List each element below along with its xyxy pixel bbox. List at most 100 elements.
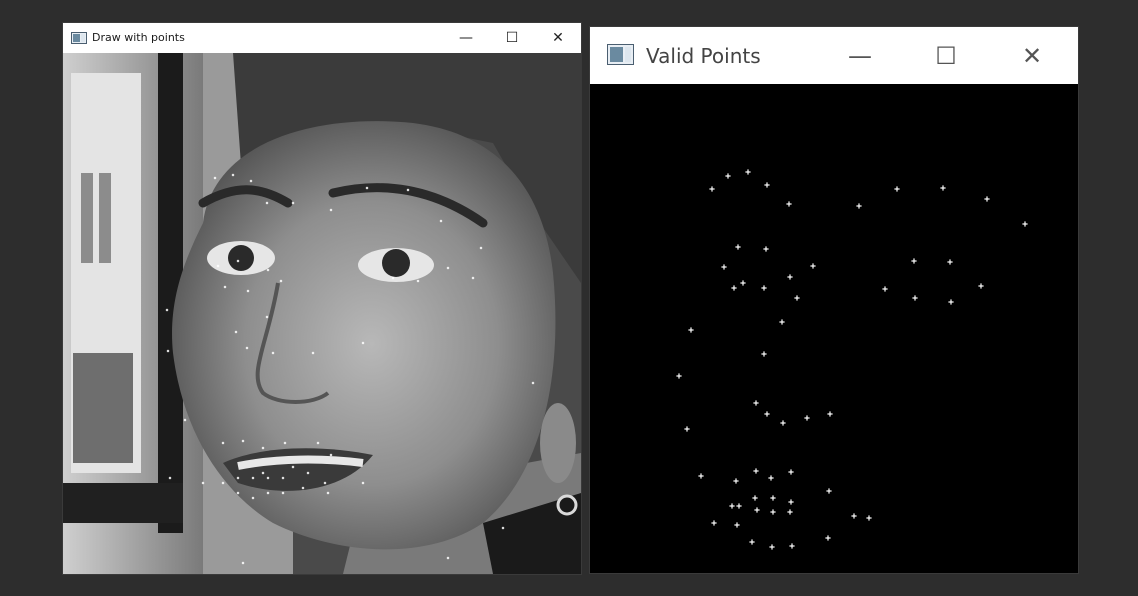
landmark-point (742, 280, 744, 286)
landmark-point (330, 453, 332, 457)
landmark-point (272, 351, 274, 355)
landmark-point (392, 276, 394, 280)
landmark-point (751, 539, 753, 545)
maximize-button[interactable]: ☐ (489, 23, 535, 53)
landmark-point (806, 415, 808, 421)
title-bar[interactable]: Draw with points — ☐ ✕ (63, 23, 581, 53)
landmark-point (781, 319, 783, 325)
landmark-point (282, 476, 284, 480)
landmark-point (407, 188, 409, 192)
landmark-point (235, 330, 237, 334)
minimize-icon: — (848, 41, 872, 70)
landmark-point (282, 491, 284, 495)
landmark-point (868, 515, 870, 521)
landmark-point (950, 299, 952, 305)
minimize-button[interactable]: — (443, 23, 489, 53)
landmark-point (858, 203, 860, 209)
landmark-point (417, 279, 419, 283)
landmark-point (772, 509, 774, 515)
landmark-point (796, 295, 798, 301)
landmark-point (502, 526, 504, 530)
valid-points-plot (676, 169, 1028, 550)
landmark-point (267, 491, 269, 495)
landmark-point (735, 478, 737, 484)
valid-points-window: Valid Points — ☐ ✕ (590, 27, 1078, 573)
minimize-button[interactable]: — (814, 27, 906, 84)
landmark-point (711, 186, 713, 192)
landmark-point (247, 289, 249, 293)
landmark-point (1024, 221, 1026, 227)
landmark-point (292, 201, 294, 205)
landmark-point (754, 495, 756, 501)
landmark-point (789, 274, 791, 280)
landmark-point (770, 475, 772, 481)
landmark-point (280, 279, 282, 283)
landmark-point (222, 441, 224, 445)
landmark-point (736, 522, 738, 528)
maximize-button[interactable]: ☐ (900, 27, 992, 84)
landmark-point (789, 509, 791, 515)
landmark-point (447, 556, 449, 560)
landmark-point (252, 476, 254, 480)
maximize-icon: ☐ (505, 30, 519, 46)
landmark-point (267, 476, 269, 480)
valid-points-canvas (590, 84, 1078, 573)
landmark-point (362, 481, 364, 485)
face-photo-with-landmarks (63, 53, 581, 574)
landmark-point (986, 196, 988, 202)
close-icon: ✕ (1021, 41, 1043, 70)
landmark-point (222, 481, 224, 485)
landmark-point (224, 285, 226, 289)
window-title: Draw with points (92, 31, 185, 44)
landmark-point (772, 495, 774, 501)
landmark-point (169, 476, 171, 480)
landmark-point (250, 179, 252, 183)
landmark-point (791, 543, 793, 549)
landmark-point (747, 169, 749, 175)
landmark-point (302, 486, 304, 490)
close-icon: ✕ (552, 30, 564, 46)
landmark-point (237, 476, 239, 480)
landmark-point (829, 411, 831, 417)
landmark-point (232, 173, 234, 177)
close-button[interactable]: ✕ (535, 23, 581, 53)
landmark-point (790, 469, 792, 475)
window-title: Valid Points (646, 44, 761, 68)
landmark-point (713, 520, 715, 526)
landmark-point (763, 351, 765, 357)
title-bar[interactable]: Valid Points — ☐ ✕ (590, 27, 1078, 84)
landmark-point (214, 176, 216, 180)
landmark-point (766, 411, 768, 417)
landmark-point (812, 263, 814, 269)
landmark-point (686, 426, 688, 432)
landmark-point (166, 308, 168, 312)
landmark-point (184, 418, 186, 422)
landmark-point (472, 276, 474, 280)
landmark-point (237, 259, 239, 263)
landmark-point (366, 186, 368, 190)
landmark-point (723, 264, 725, 270)
landmark-point (262, 471, 264, 475)
draw-with-points-window: Draw with points — ☐ ✕ (63, 23, 581, 574)
face-image-canvas (63, 53, 581, 574)
landmark-point (727, 173, 729, 179)
landmark-point (167, 349, 169, 353)
landmark-point (980, 283, 982, 289)
landmark-point (755, 400, 757, 406)
landmark-point (242, 561, 244, 565)
landmark-point (771, 544, 773, 550)
landmark-point (262, 446, 264, 450)
landmark-point (362, 341, 364, 345)
landmark-point (440, 219, 442, 223)
landmark-point (266, 315, 268, 319)
landmark-point (690, 327, 692, 333)
landmark-point (913, 258, 915, 264)
landmark-point (763, 285, 765, 291)
landmark-point (700, 473, 702, 479)
close-button[interactable]: ✕ (986, 27, 1078, 84)
landmark-point (202, 481, 204, 485)
landmark-point (480, 246, 482, 250)
landmark-point (237, 491, 239, 495)
landmark-point (284, 441, 286, 445)
landmark-point (447, 266, 449, 270)
